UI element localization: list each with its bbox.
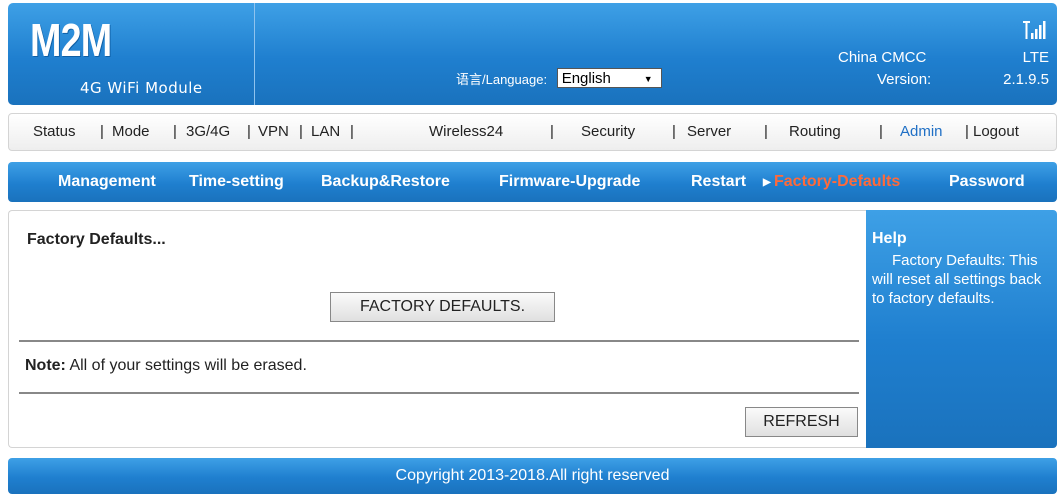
nav-separator: |: [965, 123, 969, 140]
note: Note: All of your settings will be erase…: [25, 357, 307, 375]
top-nav: Status | Mode | 3G/4G | VPN | LAN | Wire…: [8, 113, 1057, 151]
nav-logout[interactable]: Logout: [973, 123, 1019, 140]
subnav-management[interactable]: Management: [58, 173, 156, 191]
sub-nav: Management Time-setting Backup&Restore F…: [8, 162, 1057, 202]
nav-vpn[interactable]: VPN: [258, 123, 289, 140]
subnav-firmware-upgrade[interactable]: Firmware-Upgrade: [499, 173, 640, 191]
language-label: 语言/Language:: [456, 71, 548, 87]
nav-separator: |: [764, 123, 768, 140]
header: M2M 4G WiFi Module 语言/Language: English …: [8, 3, 1057, 105]
nav-separator: |: [550, 123, 554, 140]
logo: M2M: [30, 14, 112, 66]
help-text: Factory Defaults: This will reset all se…: [872, 252, 1042, 307]
language-selector-area: 语言/Language: English ▼: [456, 68, 662, 88]
nav-status[interactable]: Status: [33, 123, 76, 140]
note-text: All of your settings will be erased.: [69, 357, 307, 374]
subnav-password[interactable]: Password: [949, 173, 1025, 191]
nav-lan[interactable]: LAN: [311, 123, 340, 140]
language-selected-value: English: [561, 70, 611, 87]
nav-separator: |: [879, 123, 883, 140]
nav-server[interactable]: Server: [687, 123, 731, 140]
nav-mode[interactable]: Mode: [112, 123, 150, 140]
divider: [19, 340, 859, 342]
help-title: Help: [872, 230, 907, 247]
page-title: Factory Defaults...: [27, 231, 166, 248]
chevron-down-icon: ▼: [643, 74, 653, 84]
version-value: 2.1.9.5: [1003, 71, 1049, 88]
factory-defaults-button[interactable]: FACTORY DEFAULTS.: [330, 292, 555, 322]
subnav-factory-defaults[interactable]: Factory-Defaults: [774, 173, 900, 191]
nav-security[interactable]: Security: [581, 123, 635, 140]
nav-admin[interactable]: Admin: [900, 123, 943, 140]
logo-block: M2M 4G WiFi Module: [8, 3, 255, 105]
network-type: LTE: [1022, 49, 1049, 66]
copyright: Copyright 2013-2018.All right reserved: [395, 467, 670, 484]
note-label: Note:: [25, 357, 66, 374]
divider: [19, 392, 859, 394]
nav-separator: |: [672, 123, 676, 140]
nav-wireless24[interactable]: Wireless24: [429, 123, 503, 140]
nav-separator: |: [247, 123, 251, 140]
nav-separator: |: [173, 123, 177, 140]
subnav-time-setting[interactable]: Time-setting: [189, 173, 284, 191]
nav-separator: |: [299, 123, 303, 140]
logo-subtitle: 4G WiFi Module: [80, 79, 203, 97]
subnav-backup-restore[interactable]: Backup&Restore: [321, 173, 450, 191]
signal-strength-icon: [1023, 21, 1046, 39]
help-panel: Help Factory Defaults: This will reset a…: [866, 210, 1057, 448]
footer: Copyright 2013-2018.All right reserved: [8, 458, 1057, 494]
arrow-right-icon: ▶: [763, 177, 771, 188]
nav-3g4g[interactable]: 3G/4G: [186, 123, 230, 140]
version-label: Version:: [877, 71, 932, 88]
nav-routing[interactable]: Routing: [789, 123, 841, 140]
nav-separator: |: [350, 123, 354, 140]
main-panel: Factory Defaults... FACTORY DEFAULTS. No…: [8, 210, 866, 448]
subnav-restart[interactable]: Restart: [691, 173, 746, 191]
nav-separator: |: [100, 123, 104, 140]
language-select[interactable]: English ▼: [556, 68, 662, 88]
refresh-button[interactable]: REFRESH: [745, 407, 858, 437]
carrier-name: China CMCC: [838, 49, 927, 66]
